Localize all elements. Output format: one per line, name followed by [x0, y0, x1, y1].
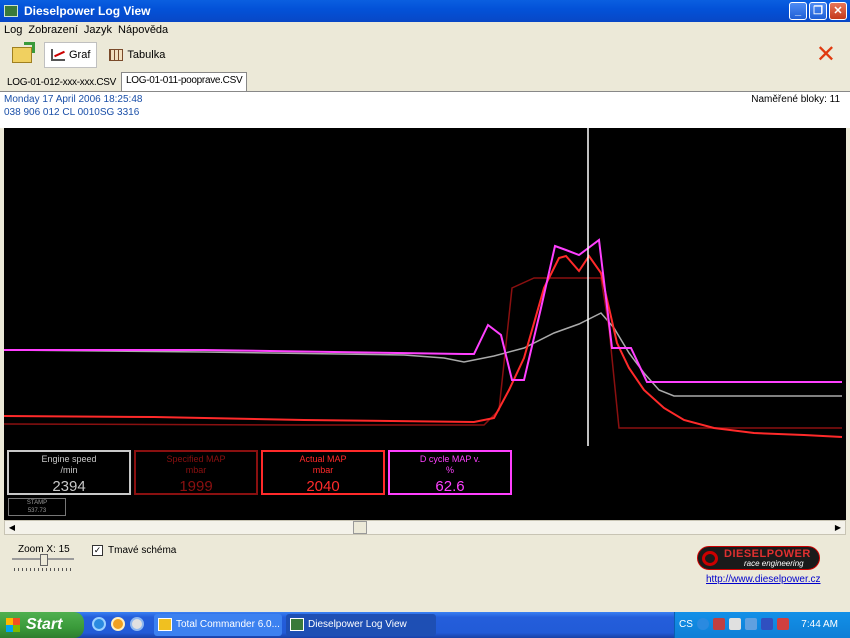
volume-icon[interactable] — [729, 618, 741, 630]
d-cycle-gauge: D cycle MAP v. % 62.6 — [388, 450, 512, 495]
title-bar: Dieselpower Log View _ ❐ ✕ — [0, 0, 850, 22]
app-icon — [4, 5, 18, 17]
monitor-icon[interactable] — [745, 618, 757, 630]
d-cycle-title: D cycle MAP v. — [419, 454, 481, 464]
graph-area[interactable]: Engine speed /min 2394 Specified MAP mba… — [4, 128, 846, 520]
restore-button[interactable]: ❐ — [809, 2, 827, 20]
measured-blocks: Naměřené bloky: 11 — [751, 94, 840, 105]
d-cycle-unit: % — [445, 465, 454, 475]
desktop-quicklaunch-icon[interactable] — [130, 617, 144, 631]
alert-icon[interactable] — [777, 618, 789, 630]
website-link[interactable]: http://www.dieselpower.cz — [706, 574, 821, 585]
tabulka-label: Tabulka — [127, 49, 166, 61]
zoom-slider[interactable] — [12, 554, 74, 571]
graph-icon — [51, 49, 65, 61]
task-total-commander-label: Total Commander 6.0... — [176, 619, 280, 630]
log-date: Monday 17 April 2006 18:25:48 — [4, 94, 143, 105]
folder-open-icon — [12, 47, 32, 63]
dark-scheme-checkbox[interactable]: ✓ — [92, 545, 103, 556]
menu-jazyk[interactable]: Jazyk — [84, 24, 112, 36]
tabulka-button[interactable]: Tabulka — [103, 42, 171, 68]
stamp-value: 537.73 — [27, 508, 47, 514]
scroll-thumb[interactable] — [353, 521, 367, 534]
specified-map-unit: mbar — [185, 465, 207, 475]
ie-quicklaunch-icon[interactable] — [92, 617, 106, 631]
window-controls: _ ❐ ✕ — [789, 2, 847, 20]
security-icon[interactable] — [761, 618, 773, 630]
engine-speed-line — [4, 312, 842, 397]
back-arrow-icon[interactable] — [697, 618, 709, 630]
logo-disc-icon — [702, 551, 718, 566]
network-icon[interactable] — [713, 618, 725, 630]
engine-speed-title: Engine speed — [41, 454, 97, 464]
menu-log[interactable]: Log — [4, 24, 22, 36]
zoom-slider-ticks — [14, 568, 72, 571]
specified-map-value: 1999 — [179, 478, 213, 495]
file-tab-1[interactable]: LOG-01-012-xxx-xxx.CSV — [2, 74, 121, 91]
task-dieselpower-label: Dieselpower Log View — [308, 619, 407, 630]
window-title: Dieselpower Log View — [24, 4, 151, 18]
close-window-button[interactable]: ✕ — [829, 2, 847, 20]
total-commander-icon — [158, 618, 172, 631]
actual-map-value: 2040 — [306, 478, 340, 495]
engine-speed-gauge: Engine speed /min 2394 — [7, 450, 131, 495]
dieselpower-logo: DIESELPOWER race engineering — [697, 546, 820, 570]
open-file-button[interactable] — [6, 42, 38, 68]
actual-map-title: Actual MAP — [299, 454, 347, 464]
d-cycle-value: 62.6 — [435, 478, 465, 495]
ecu-info: 038 906 012 CL 0010SG 3316 — [4, 107, 140, 118]
file-tab-2[interactable]: LOG-01-011-pooprave.CSV — [121, 72, 248, 91]
engine-speed-unit: /min — [60, 465, 78, 475]
horizontal-scrollbar[interactable]: ◀ ▶ — [4, 520, 846, 535]
graf-label: Graf — [69, 49, 91, 61]
task-total-commander[interactable]: Total Commander 6.0... — [154, 614, 282, 636]
menu-napoveda[interactable]: Nápověda — [118, 24, 168, 36]
dieselpower-task-icon — [290, 618, 304, 631]
specified-map-title: Specified MAP — [166, 454, 226, 464]
bottom-panel: Zoom X: 15 ✓ Tmavé schéma DIESELPOWER ra… — [0, 536, 850, 612]
d-cycle-line — [4, 238, 842, 383]
start-label: Start — [26, 616, 63, 633]
task-dieselpower[interactable]: Dieselpower Log View — [286, 614, 436, 636]
graf-button[interactable]: Graf — [44, 42, 98, 68]
info-bar: Monday 17 April 2006 18:25:48 038 906 01… — [0, 92, 850, 128]
language-indicator[interactable]: CS — [679, 612, 693, 638]
taskbar: Start Total Commander 6.0... Dieselpower… — [0, 612, 850, 638]
actual-map-line — [4, 254, 843, 438]
scroll-right-icon[interactable]: ▶ — [831, 521, 845, 534]
actual-map-gauge: Actual MAP mbar 2040 — [261, 450, 385, 495]
clock: 7:44 AM — [801, 619, 838, 630]
stamp-label: STAMP — [26, 500, 48, 506]
logo-subtext: race engineering — [744, 559, 804, 568]
table-icon — [109, 49, 124, 61]
menu-bar: Log Zobrazení Jazyk Nápověda — [0, 22, 850, 38]
scroll-left-icon[interactable]: ◀ — [5, 521, 19, 534]
actual-map-unit: mbar — [312, 465, 334, 475]
menu-zobrazeni[interactable]: Zobrazení — [28, 24, 78, 36]
close-icon[interactable]: ✕ — [816, 43, 836, 67]
system-tray: CS 7:44 AM — [674, 612, 850, 638]
engine-speed-value: 2394 — [52, 478, 86, 495]
windows-logo-icon — [6, 618, 20, 632]
file-tabs: LOG-01-012-xxx-xxx.CSV LOG-01-011-poopra… — [0, 72, 850, 92]
media-quicklaunch-icon[interactable] — [111, 617, 125, 631]
zoom-slider-thumb[interactable] — [40, 554, 48, 566]
stamp-box: STAMP 537.73 — [8, 498, 66, 516]
minimize-button[interactable]: _ — [789, 2, 807, 20]
specified-map-gauge: Specified MAP mbar 1999 — [134, 450, 258, 495]
dark-scheme-label: Tmavé schéma — [108, 545, 177, 556]
toolbar: Graf Tabulka — [0, 38, 850, 72]
start-button[interactable]: Start — [0, 612, 84, 638]
